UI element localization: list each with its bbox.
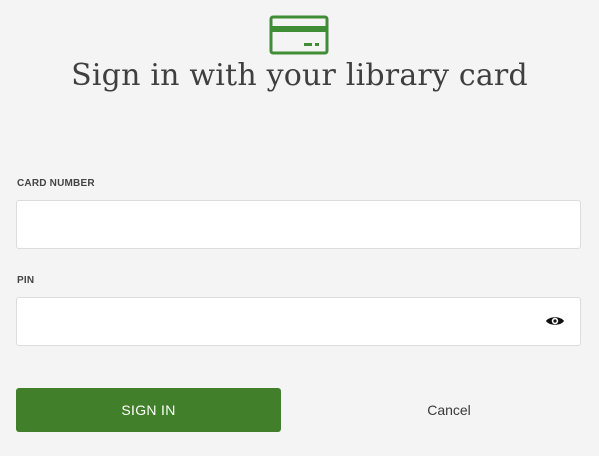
cancel-button[interactable]: Cancel — [390, 397, 508, 423]
eye-icon[interactable] — [545, 314, 565, 328]
pin-label: PIN — [17, 275, 35, 286]
card-number-label: CARD NUMBER — [17, 178, 95, 189]
library-sign-in-panel: Sign in with your library card CARD NUMB… — [0, 0, 599, 456]
sign-in-button[interactable]: SIGN IN — [16, 388, 281, 432]
page-title: Sign in with your library card — [71, 58, 528, 93]
pin-field[interactable] — [16, 297, 581, 346]
card-number-field[interactable] — [16, 200, 581, 249]
library-card-icon — [269, 15, 329, 55]
